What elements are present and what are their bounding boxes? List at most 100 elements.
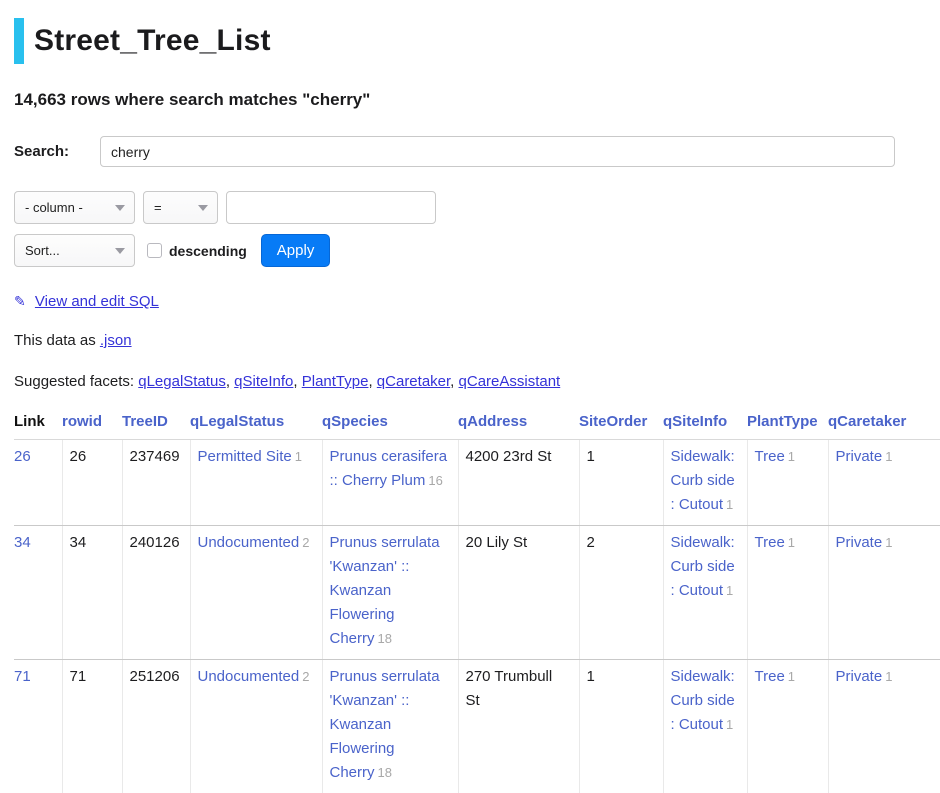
column-header-rowid: rowid <box>62 408 122 440</box>
cell-qcaretaker: Private1 <box>828 526 940 660</box>
facet-value-link[interactable]: Undocumented <box>198 668 300 685</box>
separator: , <box>293 373 301 390</box>
page-title: Street_Tree_List <box>34 18 271 64</box>
facet-count: 1 <box>885 669 892 684</box>
descending-label: descending <box>169 243 247 259</box>
suggested-facets-line: Suggested facets: qLegalStatus, qSiteInf… <box>14 373 940 390</box>
facet-count: 1 <box>726 497 733 512</box>
cell-treeid: 240126 <box>122 526 190 660</box>
cell-siteorder: 2 <box>579 526 663 660</box>
sql-line: ✎ View and edit SQL <box>14 293 940 310</box>
sort-link-qspecies[interactable]: qSpecies <box>322 413 388 430</box>
facet-link-qcareassistant[interactable]: qCareAssistant <box>459 373 561 390</box>
facet-count: 1 <box>295 449 302 464</box>
cell-qcaretaker: Private1 <box>828 660 940 793</box>
descending-checkbox[interactable] <box>147 243 162 258</box>
facet-value-link[interactable]: Private <box>836 668 883 685</box>
cell-qlegalstatus: Undocumented2 <box>190 660 322 793</box>
facet-value-link[interactable]: Undocumented <box>198 534 300 551</box>
facet-count: 1 <box>788 449 795 464</box>
facet-value-link[interactable]: Tree <box>755 448 785 465</box>
sort-link-rowid[interactable]: rowid <box>62 413 102 430</box>
cell-siteorder: 1 <box>579 660 663 793</box>
cell-qspecies: Prunus cerasifera :: Cherry Plum16 <box>322 440 458 526</box>
cell-qspecies: Prunus serrulata 'Kwanzan' :: Kwanzan Fl… <box>322 660 458 793</box>
cell-rowid: 34 <box>62 526 122 660</box>
facet-value-link[interactable]: Private <box>836 448 883 465</box>
facet-value-link[interactable]: Tree <box>755 534 785 551</box>
cell-qlegalstatus: Permitted Site1 <box>190 440 322 526</box>
table-row: 34 34 240126 Undocumented2 Prunus serrul… <box>14 526 940 660</box>
cell-qspecies: Prunus serrulata 'Kwanzan' :: Kwanzan Fl… <box>322 526 458 660</box>
sort-select[interactable]: Sort... <box>14 234 135 267</box>
data-as-prefix: This data as <box>14 332 100 349</box>
facet-link-qlegalstatus[interactable]: qLegalStatus <box>138 373 226 390</box>
chevron-down-icon <box>115 205 125 211</box>
facet-count: 16 <box>428 473 442 488</box>
cell-qaddress: 4200 23rd St <box>458 440 579 526</box>
view-edit-sql-link[interactable]: View and edit SQL <box>35 293 159 310</box>
row-link[interactable]: 34 <box>14 534 31 551</box>
separator: , <box>368 373 376 390</box>
sort-link-qlegalstatus[interactable]: qLegalStatus <box>190 413 284 430</box>
cell-qaddress: 20 Lily St <box>458 526 579 660</box>
facet-link-planttype[interactable]: PlantType <box>302 373 369 390</box>
cell-planttype: Tree1 <box>747 660 828 793</box>
table-row: 26 26 237469 Permitted Site1 Prunus cera… <box>14 440 940 526</box>
facet-count: 18 <box>378 631 392 646</box>
data-as-line: This data as .json <box>14 332 940 349</box>
sort-link-siteorder[interactable]: SiteOrder <box>579 413 647 430</box>
row-count-summary: 14,663 rows where search matches "cherry… <box>14 90 940 110</box>
cell-qlegalstatus: Undocumented2 <box>190 526 322 660</box>
separator: , <box>226 373 234 390</box>
facet-link-qcaretaker[interactable]: qCaretaker <box>377 373 450 390</box>
facet-value-link[interactable]: Private <box>836 534 883 551</box>
cell-qsiteinfo: Sidewalk: Curb side : Cutout1 <box>663 440 747 526</box>
column-header-siteorder: SiteOrder <box>579 408 663 440</box>
sort-link-treeid[interactable]: TreeID <box>122 413 168 430</box>
facet-count: 1 <box>788 669 795 684</box>
sort-link-planttype[interactable]: PlantType <box>747 413 818 430</box>
apply-button[interactable]: Apply <box>261 234 331 267</box>
search-input[interactable] <box>100 136 895 167</box>
facet-count: 1 <box>726 583 733 598</box>
cell-rowid: 71 <box>62 660 122 793</box>
column-header-qlegalstatus: qLegalStatus <box>190 408 322 440</box>
separator: , <box>450 373 458 390</box>
table-row: 71 71 251206 Undocumented2 Prunus serrul… <box>14 660 940 793</box>
facet-count: 1 <box>788 535 795 550</box>
facet-count: 1 <box>885 535 892 550</box>
table-header-row: Link rowid TreeID qLegalStatus qSpecies … <box>14 408 940 440</box>
cell-treeid: 251206 <box>122 660 190 793</box>
filter-value-input[interactable] <box>226 191 436 224</box>
filter-row: - column - = <box>14 191 940 224</box>
cell-link: 34 <box>14 526 62 660</box>
filter-column-select[interactable]: - column - <box>14 191 135 224</box>
facet-value-link[interactable]: Permitted Site <box>198 448 292 465</box>
facet-link-qsiteinfo[interactable]: qSiteInfo <box>234 373 293 390</box>
column-header-qcaretaker: qCaretaker <box>828 408 940 440</box>
column-header-qaddress: qAddress <box>458 408 579 440</box>
filter-operator-value: = <box>154 200 162 215</box>
row-link[interactable]: 26 <box>14 448 31 465</box>
column-header-qspecies: qSpecies <box>322 408 458 440</box>
facet-value-link[interactable]: Tree <box>755 668 785 685</box>
sort-link-qcaretaker[interactable]: qCaretaker <box>828 413 906 430</box>
chevron-down-icon <box>198 205 208 211</box>
results-table: Link rowid TreeID qLegalStatus qSpecies … <box>14 408 940 793</box>
cell-siteorder: 1 <box>579 440 663 526</box>
json-link[interactable]: .json <box>100 332 132 349</box>
column-header-qsiteinfo: qSiteInfo <box>663 408 747 440</box>
sort-link-qaddress[interactable]: qAddress <box>458 413 527 430</box>
cell-rowid: 26 <box>62 440 122 526</box>
chevron-down-icon <box>115 248 125 254</box>
filter-operator-select[interactable]: = <box>143 191 218 224</box>
column-header-planttype: PlantType <box>747 408 828 440</box>
cell-planttype: Tree1 <box>747 440 828 526</box>
filter-column-value: - column - <box>25 200 83 215</box>
sort-row: Sort... descending Apply <box>14 234 940 267</box>
facets-prefix: Suggested facets: <box>14 373 138 390</box>
sort-link-qsiteinfo[interactable]: qSiteInfo <box>663 413 727 430</box>
row-link[interactable]: 71 <box>14 668 31 685</box>
facet-count: 1 <box>885 449 892 464</box>
